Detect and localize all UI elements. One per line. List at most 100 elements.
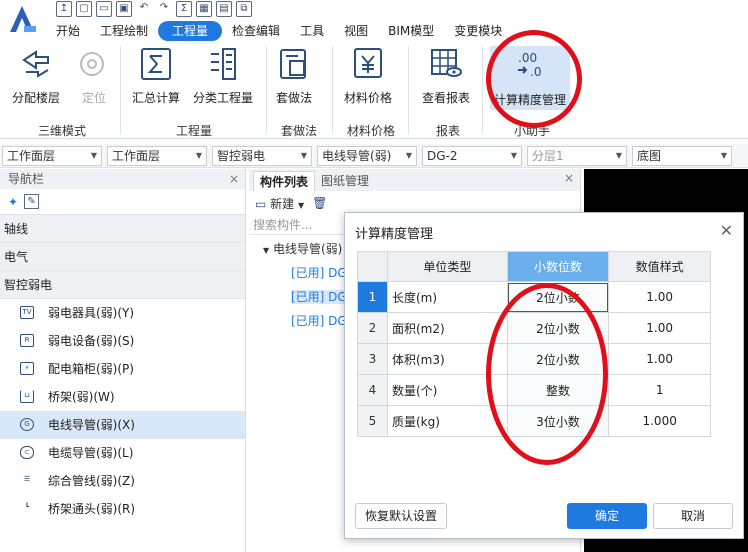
sum-icon[interactable]: Σ [176,1,192,17]
nav-group-axis[interactable]: 轴线 [0,215,245,243]
nav-item-weak-fixture[interactable]: TV 弱电器具(弱)(Y) [0,299,245,327]
grid-icon[interactable]: ▦ [196,1,212,17]
method-button[interactable]: 套做法 [276,46,312,106]
new-component-button[interactable]: ▭ 新建 ▼ [255,195,304,212]
tab-check-edit[interactable]: 检查编辑 [222,21,290,41]
layer-select[interactable]: 分层1 ▼ [527,146,627,166]
app-logo-icon [10,6,36,32]
nav-group-electrical[interactable]: 电气 [0,243,245,271]
row-index[interactable]: 3 [357,343,388,375]
material-price-button[interactable]: 材料价格 [344,46,392,106]
folder-icon[interactable]: ▭ [96,1,112,17]
undo-icon[interactable]: ↶ [136,1,152,17]
nav-item-tray-fitting[interactable]: ┗ 桥架通头(弱)(R) [0,495,245,523]
yen-price-icon [354,48,382,78]
restore-default-button[interactable]: 恢复默认设置 [355,503,447,529]
precision-mgmt-button[interactable]: .00.0 计算精度管理 [490,46,571,110]
group-label-method: 套做法 [281,124,318,138]
view-report-button[interactable]: 查看报表 [422,46,470,106]
nav-header: 导航栏 × [0,169,245,189]
tab-view[interactable]: 视图 [334,21,378,41]
tab-start[interactable]: 开始 [46,21,90,41]
nav-item-cable-tray[interactable]: ⊔ 桥架(弱)(W) [0,383,245,411]
locate-button[interactable]: 定位 [76,46,112,106]
edit-icon[interactable]: ✎ [24,194,40,209]
row-index[interactable]: 4 [357,374,388,406]
tab-bim-model[interactable]: BIM模型 [378,21,444,41]
filter-dropdown-bar: 工作面层 ▼ 工作面层 ▼ 智控弱电 ▼ 电线导管(弱) ▼ DG-2 ▼ 分层1 ▼ 底图… [0,144,748,168]
close-icon[interactable]: × [229,169,239,189]
decimals-cell[interactable]: 3位小数 [506,405,610,437]
table-row: 5 质量(kg) 3位小数 1.000 [357,405,711,437]
table-row: 1 长度(m) 2位小数 1.00 [357,281,711,313]
work-layer-select-2[interactable]: 工作面层 ▼ [107,146,207,166]
ok-button[interactable]: 确定 [567,503,647,529]
row-index[interactable]: 5 [357,405,388,437]
work-layer-select-1[interactable]: 工作面层 ▼ [2,146,102,166]
precision-dialog: 计算精度管理 ✕ 单位类型 小数位数 数值样式 1 长度(m) 2位小数 1.0… [344,212,744,539]
report-icon[interactable]: ▤ [216,1,232,17]
group-label-quantity: 工程量 [176,124,213,138]
precision-mgmt-label: 计算精度管理 [494,93,567,107]
group-label-material-price: 材料价格 [347,124,396,138]
redo-icon[interactable]: ↷ [156,1,172,17]
chevron-down-icon: ▼ [405,151,412,160]
base-map-select[interactable]: 底图 ▼ [632,146,732,166]
close-icon[interactable]: × [564,171,574,185]
decimals-cell[interactable]: 整数 [506,374,610,406]
nav-item-weak-device[interactable]: R 弱电设备(弱)(S) [0,327,245,355]
chevron-down-icon: ▼ [195,151,202,160]
cancel-button[interactable]: 取消 [653,503,733,529]
chevron-down-icon: ▼ [90,151,97,160]
save-icon[interactable]: ▣ [116,1,132,17]
decimals-cell[interactable]: 2位小数 [506,281,610,313]
tab-drawing-management[interactable]: 图纸管理 [315,171,375,191]
ribbon: 分配楼层 定位 汇总计算 分类工程量 套做法 材料价格 查看报表 .00.0 计… [0,42,748,139]
nav-group-smart-weak[interactable]: 智控弱电 [0,271,245,299]
header-unit-type: 单位类型 [387,251,508,282]
nav-item-wire-conduit[interactable]: G 电线导管(弱)(X) [0,411,245,439]
link-icon[interactable]: ⧉ [236,1,252,17]
tab-change-module[interactable]: 变更模块 [444,21,512,41]
table-corner [357,251,388,282]
tab-drawing[interactable]: 工程绘制 [90,21,158,41]
nav-item-combined-pipeline[interactable]: ☰ 综合管线(弱)(Z) [0,467,245,495]
group-label-assistant: 小助手 [514,124,551,138]
new-file-icon[interactable]: ▢ [76,1,92,17]
open-icon[interactable]: ↥ [56,1,72,17]
component-name-select[interactable]: DG-2 ▼ [422,146,522,166]
unit-type-cell: 数量(个) [387,374,508,406]
group-divider [408,46,409,134]
group-divider [266,46,267,134]
decimals-cell[interactable]: 2位小数 [506,343,610,375]
group-label-report: 报表 [436,124,461,138]
summary-calc-button[interactable]: 汇总计算 [132,46,180,106]
unit-type-cell: 面积(m2) [387,312,508,344]
class-qty-button[interactable]: 分类工程量 [193,46,253,106]
swap-arrows-icon [22,50,49,78]
delete-icon[interactable]: 🗑 [312,196,327,210]
tab-tools[interactable]: 工具 [290,21,334,41]
tab-component-list[interactable]: 构件列表 [253,171,316,191]
unit-type-cell: 质量(kg) [387,405,508,437]
report-view-icon [431,49,462,77]
add-sparkle-icon[interactable]: ✦ [8,195,18,209]
precision-icon: .00.0 [518,51,541,79]
dist-floor-button[interactable]: 分配楼层 [12,46,60,106]
format-cell: 1.00 [608,281,711,313]
nav-item-distribution-box[interactable]: ⚡ 配电箱柜(弱)(P) [0,355,245,383]
table-row: 4 数量(个) 整数 1 [357,374,711,406]
tv-icon: TV [20,306,34,319]
tree-expand-icon[interactable]: ▼ [263,246,269,255]
nav-item-cable-conduit[interactable]: ⊂ 电缆导管(弱)(L) [0,439,245,467]
decimals-cell[interactable]: 2位小数 [506,312,610,344]
tab-quantity[interactable]: 工程量 [158,21,223,41]
close-icon[interactable]: ✕ [720,221,733,240]
chevron-down-icon: ▼ [298,200,305,210]
locate-label: 定位 [81,91,106,105]
row-index[interactable]: 2 [357,312,388,344]
dialog-title: 计算精度管理 [355,227,434,242]
row-index[interactable]: 1 [357,281,388,313]
discipline-select[interactable]: 智控弱电 ▼ [212,146,312,166]
component-type-select[interactable]: 电线导管(弱) ▼ [317,146,417,166]
